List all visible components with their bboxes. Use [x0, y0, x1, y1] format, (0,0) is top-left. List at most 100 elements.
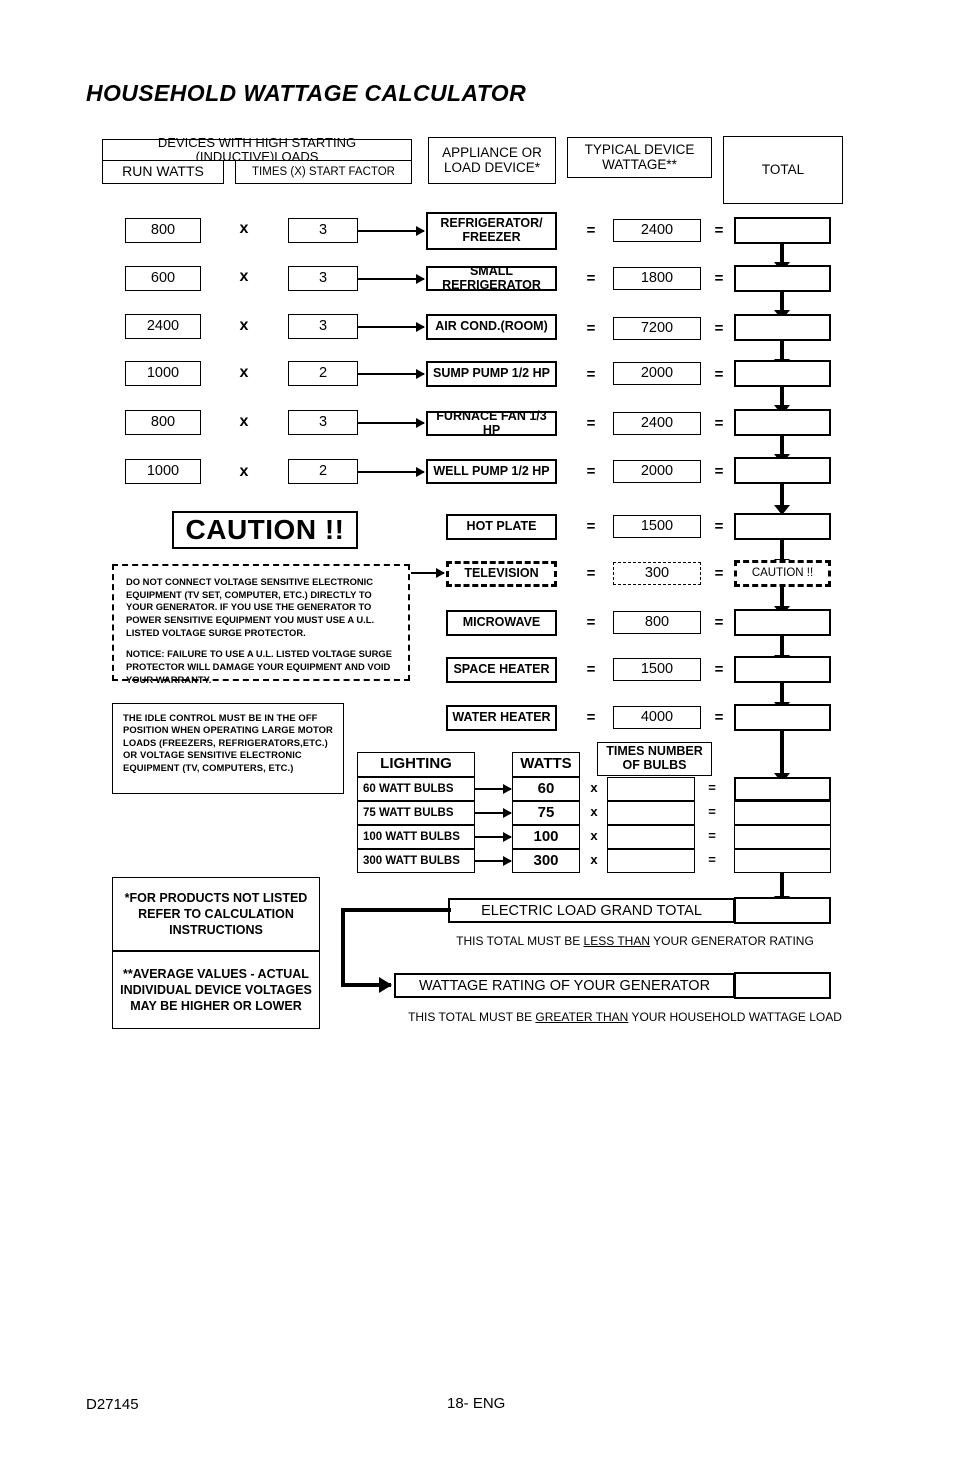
connector-bottom-horizontal-arrow — [341, 977, 392, 993]
footer-document-code: D27145 — [86, 1396, 139, 1413]
device-label-0: REFRIGERATOR/ FREEZER — [426, 212, 557, 250]
header-run-watts: RUN WATTS — [102, 160, 224, 184]
total-input-space-heater[interactable] — [734, 656, 831, 683]
run-watts-value-1[interactable]: 600 — [125, 266, 201, 291]
start-factor-value-4[interactable]: 3 — [288, 410, 358, 435]
header-appliance-label: APPLIANCE OR LOAD DEVICE* — [442, 144, 542, 175]
typical-wattage-value-0: 2400 — [613, 219, 701, 242]
generator-caption-emphasis: GREATER THAN — [535, 1010, 629, 1024]
total-input-2[interactable] — [734, 314, 831, 341]
lighting-header-lighting: LIGHTING — [357, 752, 475, 777]
equals-operator-total-1: = — [714, 270, 724, 287]
equals-operator-total-5: = — [714, 463, 724, 480]
equals-operator-wattage-hot-plate: = — [586, 518, 596, 535]
generator-rating-label: WATTAGE RATING OF YOUR GENERATOR — [394, 973, 735, 998]
caution-note-spacer — [126, 639, 396, 648]
lighting-total-input-0[interactable] — [734, 777, 831, 801]
lighting-arrow-1 — [475, 808, 512, 818]
run-watts-value-2[interactable]: 2400 — [125, 314, 201, 339]
device-label-3: SUMP PUMP 1/2 HP — [426, 361, 557, 387]
electric-load-grand-total-value[interactable] — [734, 897, 831, 924]
flow-arrow-3 — [774, 387, 790, 415]
lighting-header-times-bulbs: TIMES NUMBER OF BULBS — [597, 742, 712, 776]
lighting-equals-1: = — [708, 804, 716, 819]
total-input-1[interactable] — [734, 265, 831, 292]
lighting-bulb-count-input-1[interactable] — [607, 801, 695, 825]
run-watts-value-5[interactable]: 1000 — [125, 459, 201, 484]
lighting-multiply-3: x — [590, 852, 598, 867]
grand-total-caption-pre: THIS TOTAL MUST BE — [456, 934, 584, 948]
lighting-bulb-count-input-0[interactable] — [607, 777, 695, 801]
caution-banner: CAUTION !! — [172, 511, 358, 549]
lighting-row-name-3: 300 WATT BULBS — [357, 849, 475, 873]
connector-top-horizontal — [341, 908, 451, 912]
equals-operator-wattage-4: = — [586, 415, 596, 432]
generator-caption-pre: THIS TOTAL MUST BE — [408, 1010, 536, 1024]
total-input-microwave[interactable] — [734, 609, 831, 636]
lighting-bulb-count-input-3[interactable] — [607, 849, 695, 873]
idle-control-note: THE IDLE CONTROL MUST BE IN THE OFF POSI… — [112, 703, 344, 794]
equals-operator-total-4: = — [714, 415, 724, 432]
grand-total-caption: THIS TOTAL MUST BE LESS THAN YOUR GENERA… — [410, 934, 860, 948]
flow-arrow-water-heater — [774, 731, 790, 783]
lighting-total-input-2[interactable] — [734, 825, 831, 849]
equals-operator-wattage-2: = — [586, 320, 596, 337]
grand-total-caption-emphasis: LESS THAN — [583, 934, 650, 948]
equals-operator-wattage-1: = — [586, 270, 596, 287]
arrow-to-television — [411, 568, 445, 578]
grand-total-caption-post: YOUR GENERATOR RATING — [650, 934, 814, 948]
lighting-total-input-3[interactable] — [734, 849, 831, 873]
device-label-4: FURNACE FAN 1/3 HP — [426, 409, 557, 436]
start-factor-value-5[interactable]: 2 — [288, 459, 358, 484]
total-input-4[interactable] — [734, 409, 831, 436]
start-factor-value-1[interactable]: 3 — [288, 266, 358, 291]
lighting-row-name-0: 60 WATT BULBS — [357, 777, 475, 801]
typical-wattage-value-microwave: 800 — [613, 611, 701, 634]
equals-operator-wattage-microwave: = — [586, 614, 596, 631]
start-factor-value-2[interactable]: 3 — [288, 314, 358, 339]
equals-operator-total-hot-plate: = — [714, 518, 724, 535]
lighting-multiply-2: x — [590, 828, 598, 843]
multiply-operator-1: x — [239, 268, 249, 285]
total-input-hot-plate[interactable] — [734, 513, 831, 540]
start-factor-value-3[interactable]: 2 — [288, 361, 358, 386]
run-watts-value-3[interactable]: 1000 — [125, 361, 201, 386]
arrow-to-device-2 — [358, 322, 425, 332]
flow-arrow-space-heater — [774, 683, 790, 712]
total-cell-television-caution: CAUTION !! — [734, 560, 831, 587]
generator-caption-post: YOUR HOUSEHOLD WATTAGE LOAD — [628, 1010, 842, 1024]
header-appliance-or-load-device: APPLIANCE OR LOAD DEVICE* — [428, 137, 556, 184]
start-factor-value-0[interactable]: 3 — [288, 218, 358, 243]
equals-operator-total-0: = — [714, 222, 724, 239]
lighting-row-watts-1: 75 — [512, 801, 580, 825]
equals-operator-wattage-space-heater: = — [586, 661, 596, 678]
generator-rating-value[interactable] — [734, 972, 831, 999]
lighting-row-name-2: 100 WATT BULBS — [357, 825, 475, 849]
lighting-total-input-1[interactable] — [734, 801, 831, 825]
equals-operator-total-3: = — [714, 366, 724, 383]
header-total-label: TOTAL — [761, 161, 805, 177]
device-label-television: TELEVISION — [446, 561, 557, 587]
arrow-to-device-0 — [358, 226, 425, 236]
device-label-0-line2: FREEZER — [462, 230, 521, 244]
multiply-operator-2: x — [239, 317, 249, 334]
device-label-2: AIR COND.(ROOM) — [426, 314, 557, 340]
header-typical-device-wattage: TYPICAL DEVICE WATTAGE** — [567, 137, 712, 178]
equals-operator-wattage-0: = — [586, 222, 596, 239]
flow-arrow-hot-plate — [774, 540, 790, 569]
equals-operator-wattage-television: = — [586, 565, 596, 582]
page-title: HOUSEHOLD WATTAGE CALCULATOR — [86, 80, 527, 106]
run-watts-value-4[interactable]: 800 — [125, 410, 201, 435]
equals-operator-wattage-5: = — [586, 463, 596, 480]
total-input-0[interactable] — [734, 217, 831, 244]
typical-wattage-value-4: 2400 — [613, 412, 701, 435]
total-input-5[interactable] — [734, 457, 831, 484]
device-label-5: WELL PUMP 1/2 HP — [426, 459, 557, 484]
equals-operator-wattage-water-heater: = — [586, 709, 596, 726]
lighting-bulb-count-input-2[interactable] — [607, 825, 695, 849]
equals-operator-total-space-heater: = — [714, 661, 724, 678]
multiply-operator-3: x — [239, 364, 249, 381]
total-input-3[interactable] — [734, 360, 831, 387]
run-watts-value-0[interactable]: 800 — [125, 218, 201, 243]
total-input-water-heater[interactable] — [734, 704, 831, 731]
